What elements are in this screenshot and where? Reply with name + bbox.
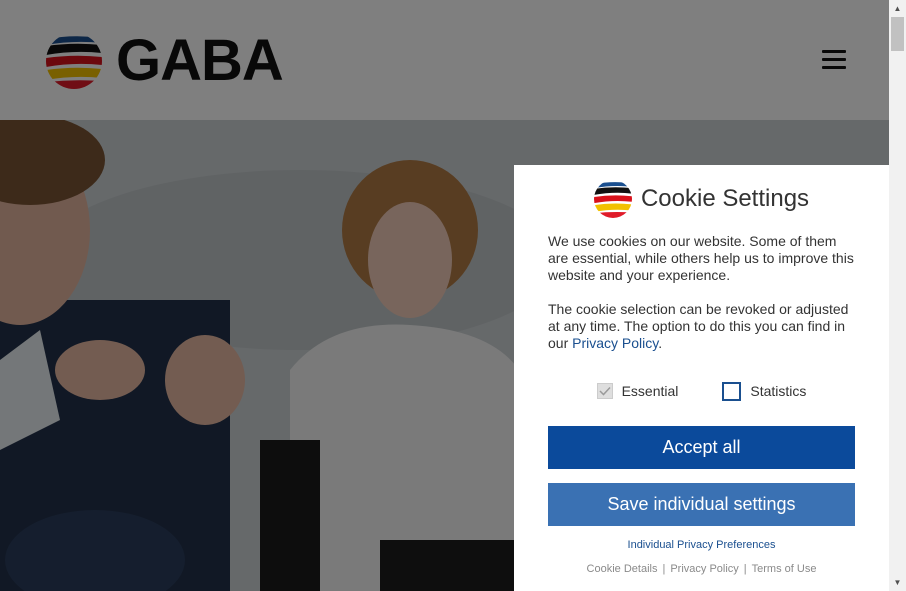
- page-viewport: GABA: [0, 0, 889, 591]
- footer-links: Cookie Details | Privacy Policy | Terms of U…: [548, 563, 855, 575]
- intro-text: We use cookies on our website. Some of t…: [548, 233, 854, 283]
- accept-all-button[interactable]: Accept all: [548, 426, 855, 469]
- footer-separator: |: [662, 563, 666, 575]
- statistics-option: Statistics: [722, 381, 807, 401]
- save-individual-settings-button[interactable]: Save individual settings: [548, 483, 855, 526]
- statistics-checkbox[interactable]: [722, 381, 742, 401]
- scrollbar-thumb[interactable]: [891, 17, 904, 51]
- vertical-scrollbar[interactable]: ▲ ▼: [889, 0, 906, 591]
- revoke-text-end: .: [658, 335, 663, 351]
- cookie-settings-dialog: Cookie Settings We use cookies on our we…: [514, 165, 889, 591]
- checkmark-icon: [599, 386, 611, 396]
- cookie-options: Essential Statistics: [548, 380, 855, 402]
- scroll-up-arrow-icon[interactable]: ▲: [889, 0, 906, 17]
- dialog-title: Cookie Settings: [640, 185, 810, 212]
- individual-privacy-preferences-link[interactable]: Individual Privacy Preferences: [548, 539, 855, 551]
- cookie-details-link[interactable]: Cookie Details: [587, 563, 658, 575]
- privacy-policy-link[interactable]: Privacy Policy: [572, 335, 658, 351]
- scroll-down-arrow-icon[interactable]: ▼: [889, 574, 906, 591]
- essential-checkbox[interactable]: [596, 383, 613, 399]
- globe-logo-icon: [593, 180, 632, 218]
- footer-privacy-policy-link[interactable]: Privacy Policy: [670, 563, 738, 575]
- essential-option: Essential: [596, 383, 679, 399]
- terms-of-use-link[interactable]: Terms of Use: [752, 563, 817, 575]
- statistics-label: Statistics: [750, 383, 807, 399]
- revoke-text: The cookie selection can be revoked or a…: [548, 301, 855, 352]
- dialog-header: Cookie Settings: [548, 180, 855, 218]
- essential-label: Essential: [621, 383, 679, 399]
- footer-separator: |: [743, 563, 747, 575]
